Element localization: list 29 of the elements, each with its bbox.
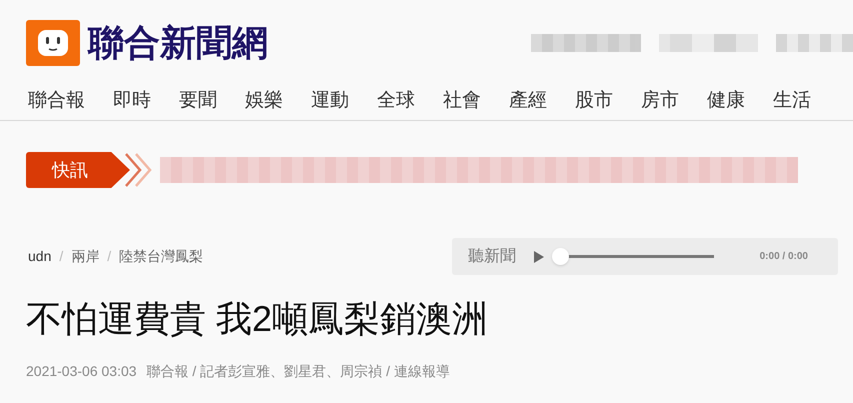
breadcrumb-link[interactable]: 陸禁台灣鳳梨 bbox=[119, 246, 204, 267]
article-title: 不怕運費貴 我2噸鳳梨銷澳洲 bbox=[25, 297, 490, 341]
time-display: 0:00 / 0:00 bbox=[760, 250, 808, 264]
breadcrumb-separator: / bbox=[107, 247, 112, 266]
nav-link[interactable]: 房市 bbox=[641, 88, 679, 114]
breadcrumb-link[interactable]: 兩岸 bbox=[71, 246, 100, 267]
chevron-icon bbox=[124, 152, 152, 188]
nav-link[interactable]: 健康 bbox=[707, 88, 745, 114]
progress-thumb[interactable] bbox=[552, 248, 569, 265]
logo-icon[interactable] bbox=[26, 20, 80, 66]
nav-link[interactable]: 全球 bbox=[377, 88, 415, 114]
nav-link[interactable]: 運動 bbox=[311, 88, 349, 114]
nav-link[interactable]: 娛樂 bbox=[245, 88, 283, 114]
breadcrumb-link[interactable]: udn bbox=[28, 246, 52, 267]
nav-link[interactable]: 社會 bbox=[443, 88, 481, 114]
byline: 聯合報 / 記者彭宣雅、劉星君、周宗禎 / 連線報導 bbox=[146, 362, 450, 381]
nav-link[interactable]: 要聞 bbox=[179, 88, 217, 114]
nav-link[interactable]: 產經 bbox=[509, 88, 547, 114]
site-title[interactable]: 聯合新聞網 bbox=[88, 25, 268, 61]
listen-label: 聽新聞 bbox=[468, 246, 516, 266]
nav-link[interactable]: 即時 bbox=[113, 88, 151, 114]
progress-slider[interactable] bbox=[552, 248, 714, 265]
publish-date: 2021-03-06 03:03 bbox=[26, 362, 137, 381]
play-icon[interactable] bbox=[534, 250, 544, 262]
nav-link[interactable]: 股市 bbox=[575, 88, 613, 114]
news-flash-badge: 快訊 bbox=[26, 152, 130, 188]
breadcrumb-separator: / bbox=[59, 247, 64, 266]
nav-link[interactable]: 生活 bbox=[773, 88, 811, 114]
nav-link[interactable]: 聯合報 bbox=[28, 88, 85, 114]
